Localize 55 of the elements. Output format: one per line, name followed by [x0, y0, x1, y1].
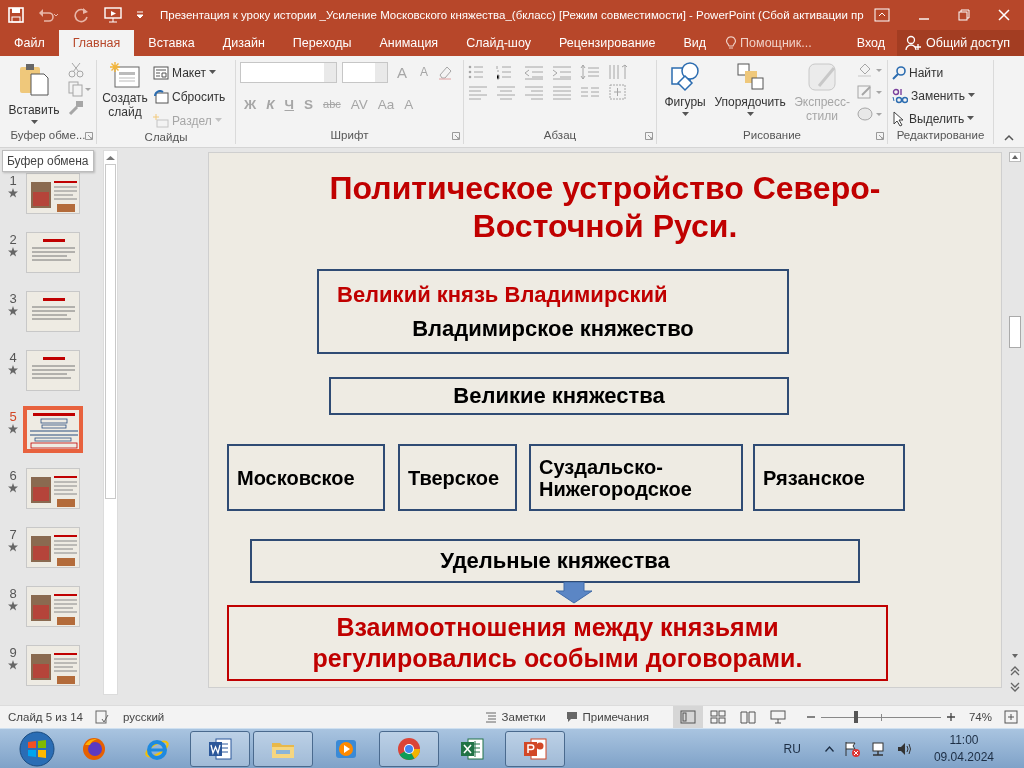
input-language[interactable]: RU	[783, 741, 801, 756]
box-text: Удельные княжества	[439, 548, 671, 574]
comments-button[interactable]: Примечания	[565, 711, 649, 723]
reset-button[interactable]: Сбросить	[153, 86, 226, 107]
ribbon-tab[interactable]: Главная	[58, 30, 135, 56]
zoom-level[interactable]: 74%	[968, 711, 992, 723]
box-text: Владимирское княжество	[411, 315, 695, 342]
sign-in-link[interactable]: Вход	[844, 30, 897, 56]
replace-button[interactable]: Заменить	[892, 85, 975, 106]
group-label: Абзац	[543, 129, 577, 143]
ribbon-tab[interactable]: Файл	[0, 30, 59, 56]
slide-title: Политическое устройство Северо-Восточной Руси.	[328, 169, 882, 245]
slide-number: 9	[9, 645, 17, 660]
slide-number: 7	[9, 527, 17, 542]
tell-me-field[interactable]: Помощник...	[726, 30, 812, 56]
share-button[interactable]: Общий доступ	[897, 30, 1024, 56]
group-label: Слайды	[144, 131, 188, 144]
new-slide-button[interactable]: Создать слайд	[101, 60, 149, 131]
slide-number: 1	[9, 173, 17, 188]
ribbon-tab[interactable]: Вид	[669, 30, 721, 56]
ribbon-tab[interactable]: Слайд-шоу	[452, 30, 545, 56]
slide-number: 8	[9, 586, 17, 601]
ribbon-tab[interactable]: Рецензирование	[544, 30, 670, 56]
tooltip: Буфер обмена	[2, 150, 94, 172]
box-text: Московское	[237, 466, 356, 489]
box-heading: Великий князь Владимирский	[336, 281, 669, 308]
arrange-button[interactable]: Упорядочить	[713, 60, 788, 129]
group-label: Шрифт	[330, 129, 369, 143]
find-button[interactable]: Найти	[892, 62, 975, 83]
slide-counter: Слайд 5 из 14	[8, 711, 83, 723]
ribbon-tab[interactable]: Переходы	[278, 30, 366, 56]
box-text: Тверское	[408, 466, 501, 489]
box-text: Рязанское	[763, 466, 866, 489]
language-label[interactable]: русский	[123, 711, 165, 723]
slide-number: 2	[9, 232, 17, 247]
window-title: Презентация к уроку истории _Усиление Московского княжества_(бкласс) [Режим совместимости] - PowerPoint (Сбой активации пр	[160, 9, 865, 21]
shapes-button[interactable]: Фигуры	[661, 60, 710, 129]
group-label: Буфер обме...	[10, 129, 86, 143]
select-button[interactable]: Выделить	[892, 108, 975, 129]
paste-button[interactable]: Вставить	[4, 60, 64, 129]
notes-button[interactable]: Заметки	[484, 711, 546, 723]
ribbon-tab[interactable]: Дизайн	[208, 30, 279, 56]
ribbon-tab[interactable]: Анимация	[365, 30, 453, 56]
layout-button[interactable]: Макет	[153, 62, 226, 83]
slide-number: 5	[9, 409, 17, 424]
ribbon-tab[interactable]: Вставка	[134, 30, 209, 56]
slide-number: 6	[9, 468, 17, 483]
clock[interactable]: 11:00 09.04.2024	[933, 731, 994, 766]
slide-number: 4	[9, 350, 17, 365]
group-label: Редактирование	[896, 129, 985, 143]
box-text: Суздальско-Нижегородское	[539, 455, 693, 500]
box-text: Великие княжества	[452, 383, 666, 409]
slide-number: 3	[9, 291, 17, 306]
group-label: Рисование	[743, 129, 801, 143]
box-text: Взаимоотношения между князьями регулировались особыми договорами.	[311, 612, 804, 674]
